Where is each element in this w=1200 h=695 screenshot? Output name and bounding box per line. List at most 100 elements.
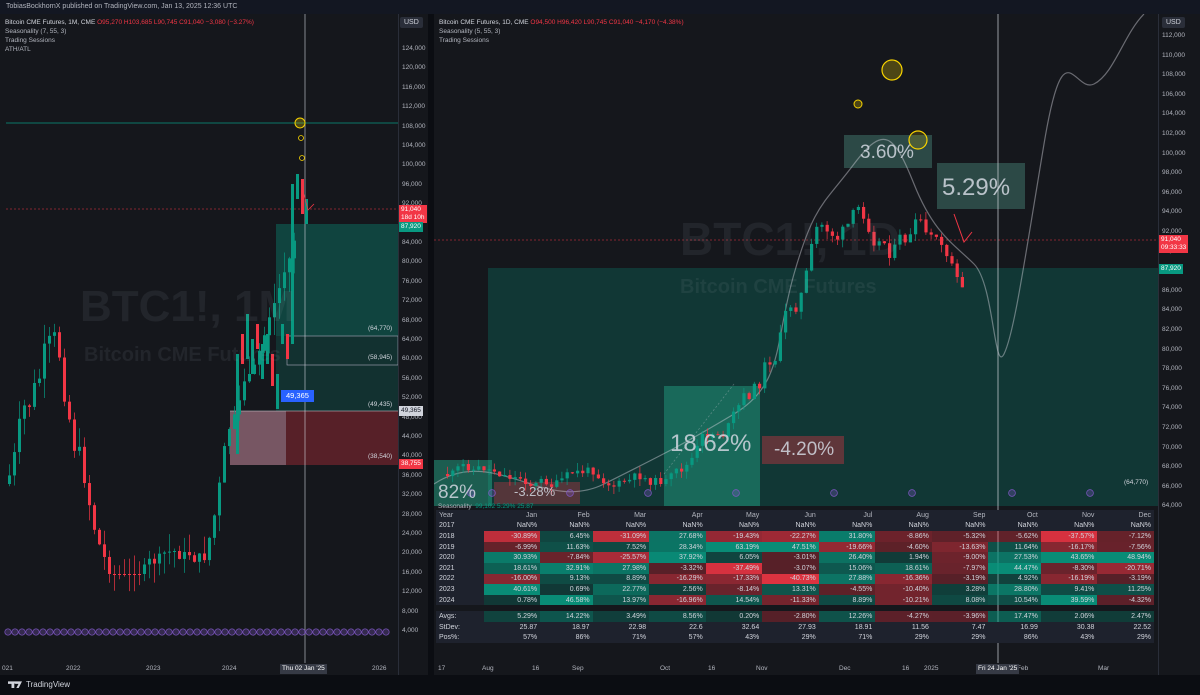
candle-body — [633, 473, 637, 480]
price-tick: 98,000 — [1162, 169, 1182, 177]
symbol-title[interactable]: Bitcoin CME Futures, 1D, CME — [439, 19, 529, 26]
table-cell: 28.80% — [988, 584, 1041, 595]
candle-body — [83, 446, 86, 484]
price-tick: 8,000 — [402, 607, 419, 615]
candle-body — [193, 555, 196, 562]
session-marker — [242, 628, 250, 636]
box-label-82: 82% — [438, 482, 477, 503]
symbol-title[interactable]: Bitcoin CME Futures, 1M, CME — [5, 19, 95, 26]
indicator-ath-atl[interactable]: ATH/ATL — [5, 45, 254, 54]
table-cell: 29% — [762, 632, 819, 644]
monthly-chart-panel[interactable]: BTC1!, 1M Bitcoin CME Futures Bitcoin CM… — [0, 14, 428, 675]
table-cell: 57% — [649, 632, 706, 644]
candle-body — [752, 383, 756, 399]
table-cell: 27.88% — [818, 573, 876, 585]
table-row: 2018 -30.89% 6.45% -31.09% 27.68% -19.43% -22.… — [436, 531, 1154, 542]
time-axis[interactable]: 021 2022 2023 2024 2026 — [0, 663, 398, 675]
candle-body — [960, 277, 964, 288]
row-label: Pos%: — [436, 632, 484, 644]
session-marker — [312, 628, 320, 636]
table-cell: -16.00% — [483, 573, 541, 585]
price-tick: 76,000 — [402, 277, 422, 285]
table-cell: 43% — [705, 632, 763, 644]
time-tick: 16 — [708, 665, 716, 672]
row-label: Avgs: — [436, 611, 484, 622]
seasonality-legend[interactable]: Seasonality 99,102 5.29% 25.87 — [438, 503, 533, 510]
session-marker — [566, 489, 574, 497]
daily-chart-panel[interactable]: BTC1!, 1D Bitcoin CME Futures Bitcoin CM… — [434, 14, 1200, 675]
price-tick: 72,000 — [1162, 424, 1182, 431]
table-row: 2019 -6.99% 11.63% 7.52% 28.34% 63.19% 47.51% -… — [436, 541, 1154, 553]
table-cell: 14.22% — [540, 611, 593, 622]
candle-body — [685, 464, 689, 472]
session-marker — [144, 628, 152, 636]
price-tick: 96,000 — [402, 180, 422, 188]
session-marker — [116, 628, 124, 636]
table-cell: 57% — [483, 632, 541, 644]
row-label: 2022 — [436, 573, 484, 585]
row-label: 2024 — [436, 594, 484, 606]
table-cell: -3.07% — [762, 562, 819, 574]
indicator-sessions[interactable]: Trading Sessions — [439, 36, 684, 45]
candle-body — [950, 256, 954, 264]
candle-body — [276, 374, 279, 409]
candle-body — [628, 479, 632, 482]
price-tick: 70,000 — [1162, 443, 1182, 451]
session-marker — [137, 628, 145, 636]
candle-body — [23, 405, 26, 419]
price-axis[interactable]: 112,000 110,000 108,000 106,000 104,000 102,0… — [1158, 14, 1200, 675]
session-marker — [151, 628, 159, 636]
indicator-sessions[interactable]: Trading Sessions — [5, 36, 254, 45]
session-marker — [11, 628, 19, 636]
indicator-seasonality[interactable]: Seasonality (7, 55, 3) — [5, 27, 254, 36]
candle-body — [286, 334, 289, 359]
time-tick: 2025 — [924, 665, 939, 672]
table-cell: 22.77% — [592, 584, 650, 595]
price-axis[interactable]: 124,000 120,000 116,000 112,000 108,000 104,0… — [398, 14, 428, 675]
row-label: 2023 — [436, 584, 484, 595]
table-header-cell: Aug — [875, 510, 932, 521]
candle-body — [908, 234, 912, 243]
green-level-tag: 87,920 — [399, 222, 423, 232]
time-tick: 16 — [902, 665, 910, 672]
price-tick: 64,000 — [1162, 502, 1182, 510]
row-label: 2017 — [436, 520, 484, 532]
time-axis[interactable]: 17 Aug 16 Sep Oct 16 Nov Dec 16 2025 Feb Mar — [434, 663, 1158, 675]
indicator-seasonality[interactable]: Seasonality (5, 55, 3) — [439, 27, 684, 36]
candle-body — [461, 464, 465, 467]
session-marker — [368, 628, 376, 636]
candle-body — [28, 405, 31, 407]
session-marker — [644, 489, 652, 497]
currency-label[interactable]: USD — [1162, 17, 1185, 28]
candle-body — [929, 232, 933, 235]
table-cell: 30.93% — [483, 552, 541, 563]
table-header-row: Year Jan Feb Mar Apr May Jun Jul Aug Sep Oct Nov Dec — [436, 510, 1154, 521]
table-cell: 27.93 — [762, 621, 819, 633]
candle-body — [664, 479, 668, 485]
peak-marker — [298, 135, 304, 141]
price-tick: 44,000 — [402, 433, 422, 440]
footer-brand[interactable]: TradingView — [26, 680, 70, 689]
candle-body — [236, 354, 239, 454]
table-cell: -3.32% — [649, 562, 706, 574]
candle-body — [763, 362, 767, 389]
price-tick: 32,000 — [402, 491, 422, 499]
price-tick: 110,000 — [1162, 51, 1186, 59]
candle-body — [466, 464, 470, 471]
time-tick: Mar — [1098, 665, 1110, 672]
session-marker — [354, 628, 362, 636]
box-label-18-62: 18.62% — [670, 430, 752, 457]
table-cell: 2.56% — [649, 584, 706, 595]
tradingview-logo-icon[interactable] — [8, 681, 22, 689]
session-marker — [25, 628, 33, 636]
table-cell: 18.61% — [875, 562, 932, 574]
table-cell: 71% — [818, 632, 876, 644]
price-tick: 82,000 — [1162, 326, 1182, 333]
session-marker — [270, 628, 278, 636]
candle-body — [768, 362, 772, 365]
currency-label[interactable]: USD — [400, 17, 423, 28]
candle-body — [742, 393, 746, 406]
table-cell: -22.27% — [762, 531, 819, 542]
candle-body — [472, 469, 476, 471]
table-cell: -3.19% — [1097, 573, 1154, 585]
